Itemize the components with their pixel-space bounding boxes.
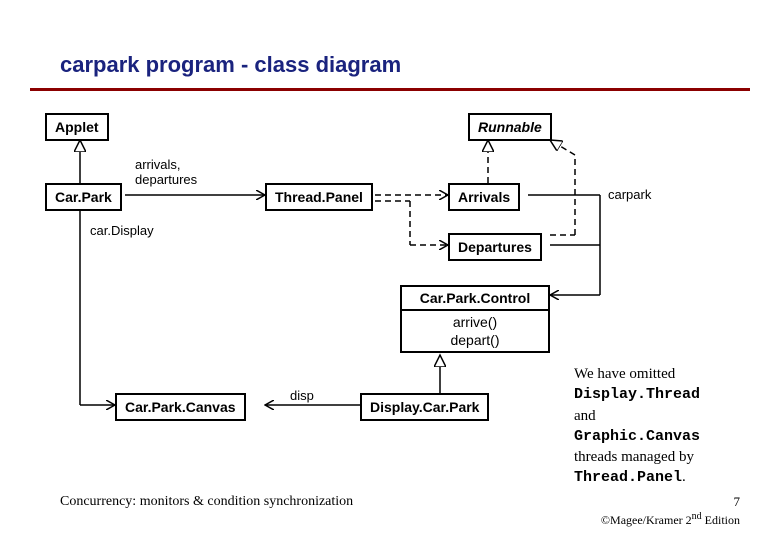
class-threadpanel: Thread.Panel [265, 183, 373, 211]
op-arrive: arrive() [410, 313, 540, 331]
page-number: 7 [734, 494, 741, 510]
class-carparkcontrol-ops: arrive() depart() [402, 311, 548, 351]
note-dot: . [682, 469, 686, 485]
page-title: carpark program - class diagram [60, 52, 401, 78]
note-code-2: Graphic.Canvas [574, 428, 700, 445]
note-text-mid: and [574, 408, 596, 424]
note-code-3: Thread.Panel [574, 469, 682, 486]
title-underline [30, 88, 750, 91]
class-carparkcanvas: Car.Park.Canvas [115, 393, 246, 421]
footer-edition-sup: nd [692, 511, 702, 522]
label-disp: disp [290, 388, 314, 403]
label-arrivals-departures: arrivals, departures [135, 157, 197, 187]
class-displaycarpark: Display.Car.Park [360, 393, 489, 421]
class-carparkcontrol-name: Car.Park.Control [402, 287, 548, 311]
class-carpark: Car.Park [45, 183, 122, 211]
class-applet: Applet [45, 113, 109, 141]
note-text-1: We have omitted [574, 366, 675, 382]
class-runnable: Runnable [468, 113, 552, 141]
note-text-2: threads managed by [574, 449, 694, 465]
label-carpark-assoc: carpark [608, 187, 651, 202]
class-arrivals: Arrivals [448, 183, 520, 211]
footer-copyright-pre: ©Magee/Kramer [601, 513, 686, 527]
class-carparkcontrol: Car.Park.Control arrive() depart() [400, 285, 550, 353]
op-depart: depart() [410, 331, 540, 349]
omission-note: We have omitted Display.Thread and Graph… [570, 360, 755, 493]
footer-left: Concurrency: monitors & condition synchr… [60, 494, 353, 510]
label-cardisplay: car.Display [90, 223, 154, 238]
footer-edition-post: Edition [702, 513, 740, 527]
footer-right: ©Magee/Kramer 2nd Edition [601, 511, 740, 528]
class-departures: Departures [448, 233, 542, 261]
note-code-1: Display.Thread [574, 386, 700, 403]
